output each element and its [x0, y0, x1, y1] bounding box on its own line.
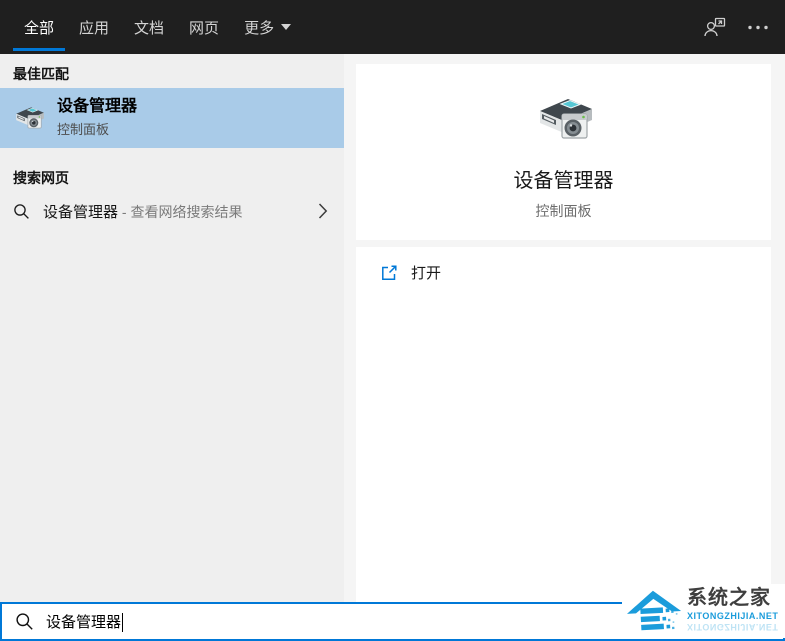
open-external-icon: [380, 264, 398, 282]
actions-pane: 打开: [356, 247, 771, 602]
ellipsis-icon[interactable]: [747, 25, 769, 30]
tab-more[interactable]: 更多: [233, 0, 302, 54]
search-input-value: 设备管理器: [46, 614, 121, 631]
search-icon: [15, 612, 34, 631]
device-manager-icon: [532, 87, 596, 151]
result-title: 设备管理器: [57, 98, 137, 116]
person-feedback-icon[interactable]: [703, 16, 727, 39]
web-query-text: 设备管理器: [43, 204, 118, 221]
tab-documents-label: 文档: [134, 17, 164, 38]
watermark-domain: XITONGZHIJIA.NET: [687, 611, 778, 621]
tab-web[interactable]: 网页: [178, 0, 230, 54]
results-panel: 最佳匹配 设备管理器 控制面板 搜索网页 设备管理器 - 查看网络搜索结果: [0, 54, 344, 602]
preview-pane: 设备管理器 控制面板: [356, 64, 771, 240]
open-action-label: 打开: [411, 262, 441, 283]
chevron-right-icon: [318, 203, 328, 220]
device-manager-icon: [12, 101, 46, 135]
preview-title: 设备管理器: [514, 164, 614, 193]
web-separator: -: [118, 204, 130, 220]
watermark-title: 系统之家: [687, 588, 771, 609]
tab-web-label: 网页: [189, 17, 219, 38]
search-web-header: 搜索网页: [0, 158, 344, 192]
caret-down-icon: [281, 24, 291, 30]
best-match-header: 最佳匹配: [0, 54, 344, 88]
text-cursor: [122, 613, 123, 632]
site-watermark: 系统之家 XITONGZHIJIA.NET XITONGZHIJIA.NET: [622, 584, 785, 638]
search-window-topbar: 全部 应用 文档 网页 更多: [0, 0, 785, 54]
tab-apps[interactable]: 应用: [68, 0, 120, 54]
house-logo-icon: [626, 588, 682, 636]
tab-more-label: 更多: [244, 17, 274, 38]
filter-tab-bar: 全部 应用 文档 网页 更多: [0, 0, 305, 54]
tab-all-label: 全部: [24, 17, 54, 38]
preview-subtitle: 控制面板: [536, 201, 592, 221]
result-subtitle: 控制面板: [57, 119, 137, 138]
tab-all[interactable]: 全部: [13, 0, 65, 54]
open-action[interactable]: 打开: [356, 247, 771, 298]
tab-documents[interactable]: 文档: [123, 0, 175, 54]
watermark-domain-reflection: XITONGZHIJIA.NET: [687, 622, 778, 632]
search-icon: [13, 203, 30, 220]
web-search-suggestion[interactable]: 设备管理器 - 查看网络搜索结果: [0, 192, 344, 230]
topbar-icon-group: [703, 0, 769, 54]
result-device-manager[interactable]: 设备管理器 控制面板: [0, 88, 344, 148]
web-hint-text: 查看网络搜索结果: [130, 204, 242, 220]
tab-apps-label: 应用: [79, 17, 109, 38]
